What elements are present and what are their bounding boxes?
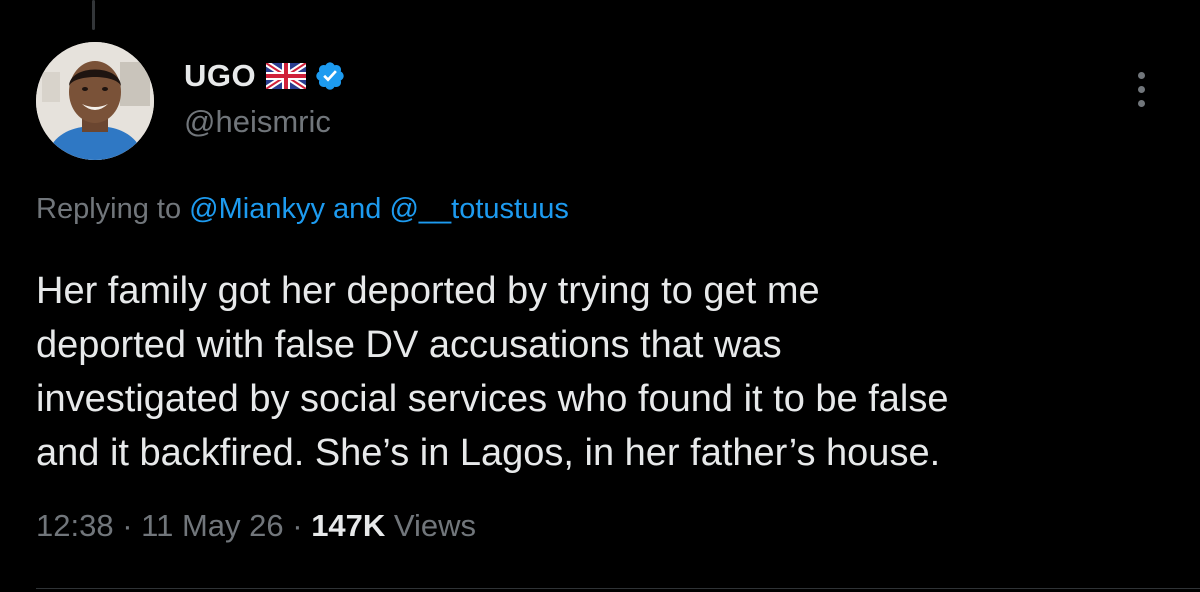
- thread-connector-line: [92, 0, 95, 30]
- mention-link-totustuus[interactable]: @__totustuus: [389, 193, 568, 225]
- more-dot: [1137, 71, 1145, 79]
- uk-flag-icon: [264, 60, 308, 92]
- more-options-icon[interactable]: [1124, 62, 1158, 116]
- tweet-text-line: Her family got her deported by trying to…: [36, 270, 820, 312]
- verified-badge-icon[interactable]: [314, 60, 346, 92]
- tweet-text-line: deported with false DV accusations that …: [36, 324, 782, 366]
- more-dot: [1137, 99, 1145, 107]
- tweet-text-line: and it backfired. She’s in Lagos, in her…: [36, 432, 941, 474]
- replying-to-line: Replying to @Miankyy and @__totustuus: [36, 193, 569, 226]
- tweet-date[interactable]: 11 May 26: [141, 508, 283, 543]
- divider: [36, 588, 1200, 589]
- author-name-row[interactable]: UGO: [184, 56, 346, 96]
- tweet-time[interactable]: 12:38: [36, 508, 114, 543]
- replying-to-prefix: Replying to: [36, 193, 182, 225]
- tweet-text: Her family got her deported by trying to…: [36, 264, 1166, 480]
- author-display-name[interactable]: UGO: [184, 58, 256, 94]
- avatar[interactable]: [36, 42, 154, 160]
- meta-separator: ·: [292, 508, 303, 543]
- mention-link-miankyy[interactable]: @Miankyy: [189, 193, 325, 225]
- views-label[interactable]: Views: [394, 508, 476, 543]
- tweet-meta-row: 12:38 · 11 May 26 · 147K Views: [36, 508, 476, 544]
- author-handle[interactable]: @heismric: [184, 104, 331, 140]
- meta-separator: ·: [122, 508, 133, 543]
- tweet-text-line: investigated by social services who foun…: [36, 378, 949, 420]
- mention-conjunction[interactable]: and: [333, 193, 381, 225]
- more-dot: [1137, 85, 1145, 93]
- avatar-image: [36, 42, 154, 160]
- views-count[interactable]: 147K: [311, 508, 385, 543]
